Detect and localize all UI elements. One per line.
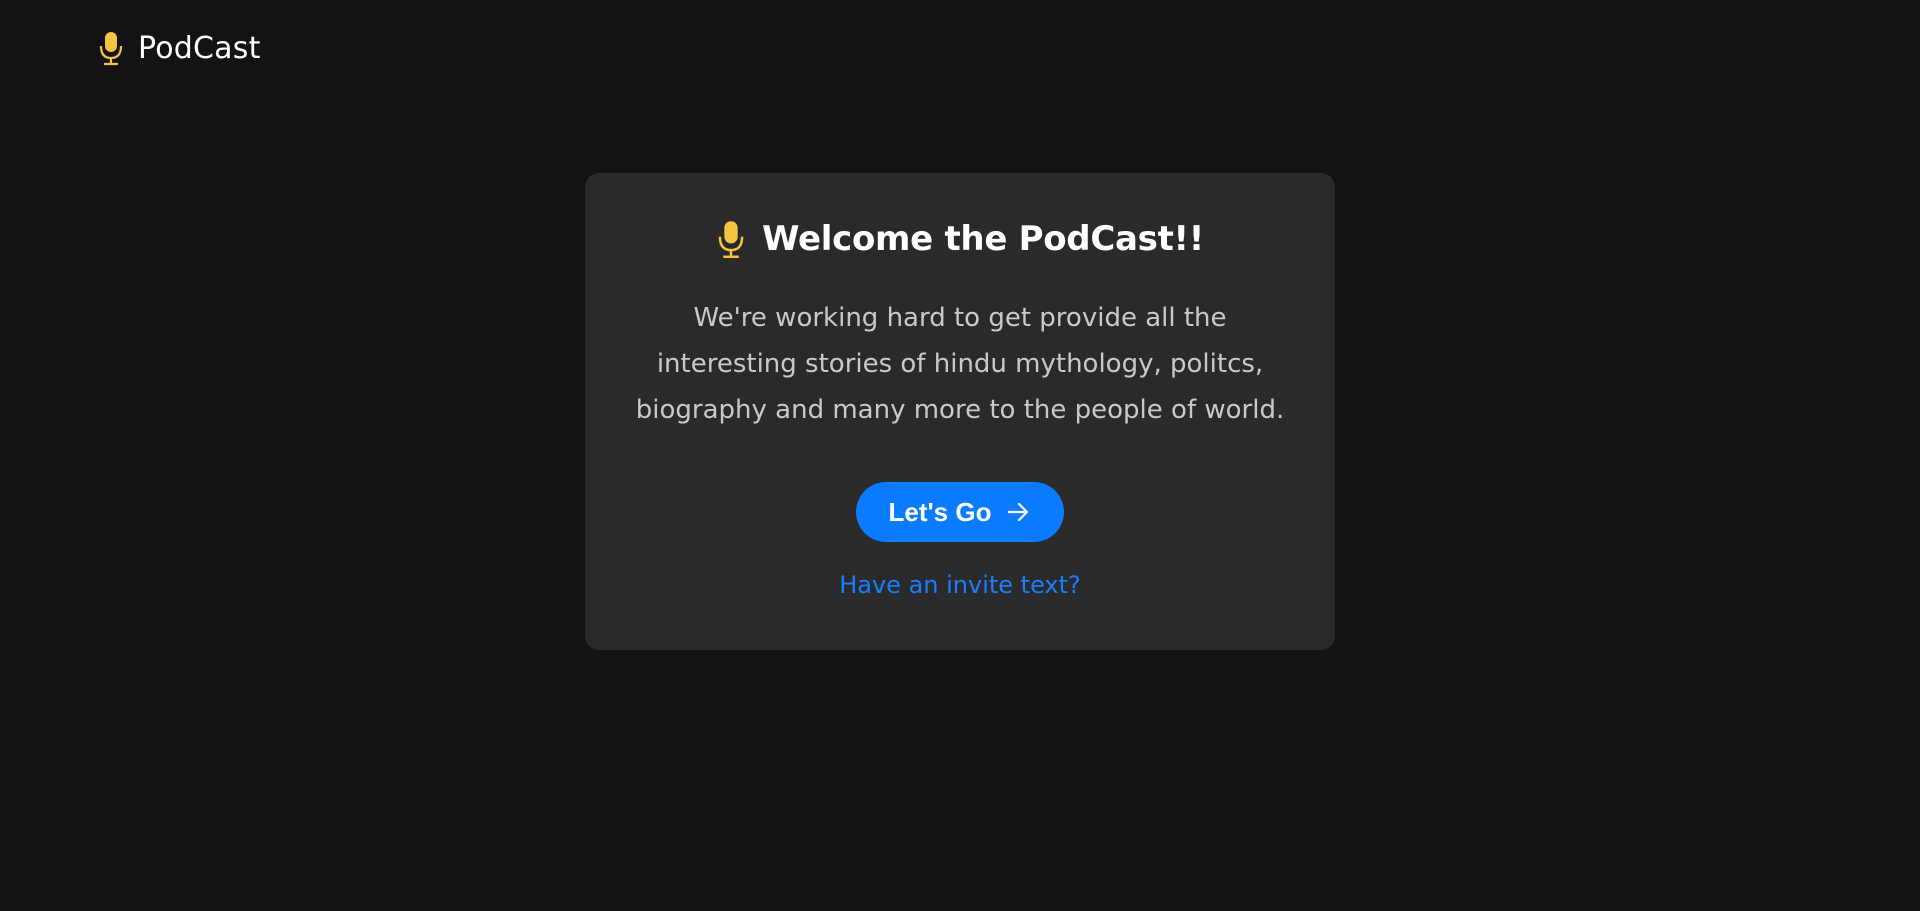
top-bar: PodCast <box>98 30 261 66</box>
microphone-icon <box>716 219 746 259</box>
welcome-description: We're working hard to get provide all th… <box>635 303 1285 425</box>
lets-go-button[interactable]: Let's Go <box>856 482 1064 542</box>
arrow-right-icon <box>1005 499 1031 525</box>
welcome-card: Welcome the PodCast!! We're working hard… <box>585 173 1335 650</box>
brand-name[interactable]: PodCast <box>138 31 261 66</box>
microphone-icon <box>98 30 124 66</box>
welcome-heading: Welcome the PodCast!! <box>762 219 1204 259</box>
invite-link[interactable]: Have an invite text? <box>585 571 1335 599</box>
lets-go-label: Let's Go <box>888 496 992 527</box>
card-title: Welcome the PodCast!! <box>585 219 1335 259</box>
